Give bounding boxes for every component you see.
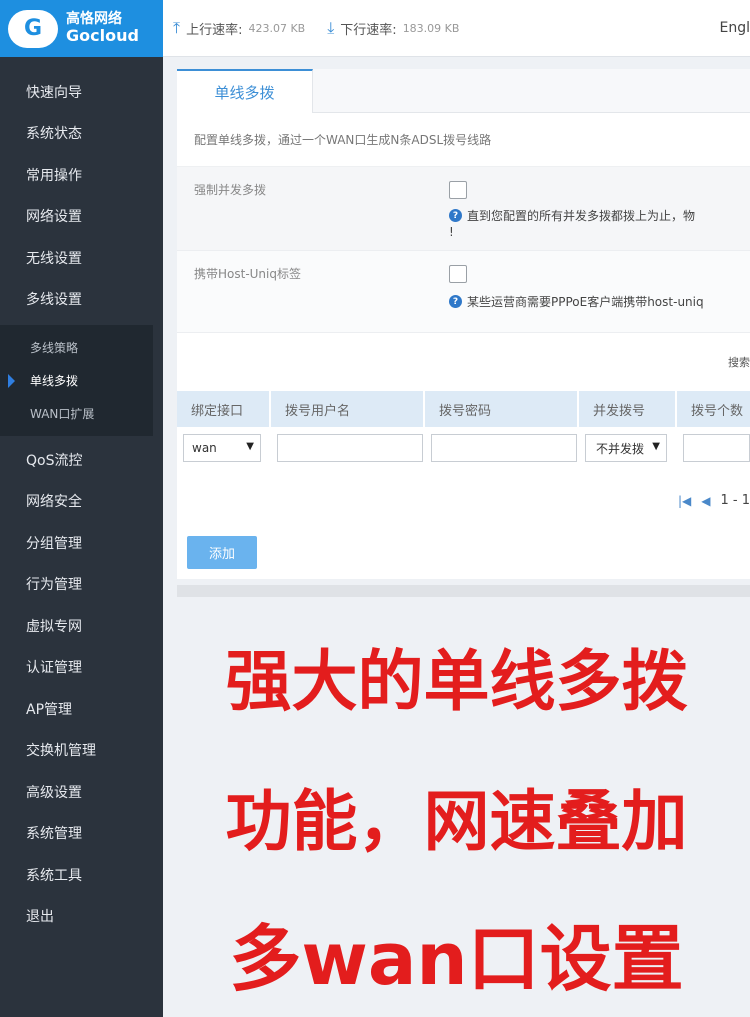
concurrent-cell: 不并发拨 ▼ (579, 427, 677, 469)
tab-bar: 单线多拨 (177, 69, 750, 113)
sidebar-item-quick-guide[interactable]: 快速向导 (0, 71, 163, 113)
page-range: 1 - 1 (720, 493, 750, 508)
page-description: 配置单线多拨，通过一个WAN口生成N条ADSL拨号线路 (177, 113, 750, 167)
logo-en: Gocloud (66, 26, 139, 46)
first-page-icon[interactable]: |◀ (678, 494, 691, 508)
sidebar-item-ap-management[interactable]: AP管理 (0, 688, 163, 730)
logo[interactable]: G 高恪网络 Gocloud (0, 0, 163, 57)
concurrent-select-value: 不并发拨 (596, 441, 644, 456)
sidebar-item-multiline-settings[interactable]: 多线设置 (0, 279, 163, 321)
column-header-password: 拨号密码 (425, 391, 579, 427)
column-header-count: 拨号个数 (691, 403, 744, 419)
interface-cell: wan ▼ (177, 427, 271, 469)
sidebar-item-group-management[interactable]: 分组管理 (0, 522, 163, 564)
caret-down-icon: ▼ (246, 441, 254, 452)
upload-value: 423.07 KB (248, 21, 306, 35)
force-concurrent-label: 强制并发多拨 (194, 183, 267, 197)
password-cell (425, 427, 579, 469)
interface-select-value: wan (192, 441, 217, 455)
force-concurrent-hint: ? 直到您配置的所有并发多拨都拨上为止，物 (449, 207, 695, 224)
sidebar-item-network-settings[interactable]: 网络设置 (0, 196, 163, 238)
sidebar-item-switch-management[interactable]: 交换机管理 (0, 730, 163, 772)
host-uniq-row: 携带Host-Uniq标签 ? 某些运营商需要PPPoE客户端携带host-un… (177, 251, 750, 333)
sidebar-subitem-multiline-policy[interactable]: 多线策略 (0, 331, 153, 364)
count-input[interactable] (683, 434, 750, 462)
pager: |◀ ◀ 1 - 1 (678, 493, 750, 508)
column-header-username: 拨号用户名 (271, 391, 425, 427)
promo-line-3: 多wan口设置 (229, 917, 684, 1001)
sidebar-item-logout[interactable]: 退出 (0, 896, 163, 938)
cloud-logo-icon: G (8, 9, 58, 48)
search-link[interactable]: 搜索 (728, 354, 750, 370)
sidebar-item-qos[interactable]: QoS流控 (0, 439, 163, 481)
panel-divider (177, 585, 750, 597)
promo-line-1: 强大的单线多拨 (225, 643, 688, 720)
logo-text: 高恪网络 Gocloud (66, 11, 139, 46)
sidebar-item-system-tools[interactable]: 系统工具 (0, 854, 163, 896)
sidebar-submenu: 多线策略 单线多拨 WAN口扩展 (0, 325, 153, 436)
username-cell (271, 427, 425, 469)
download-speed: ⤓ 下行速率: 183.09 KB (327, 18, 459, 38)
help-icon: ? (449, 209, 462, 222)
concurrent-select[interactable]: 不并发拨 ▼ (585, 434, 667, 462)
sidebar-item-auth-management[interactable]: 认证管理 (0, 647, 163, 689)
sidebar-item-network-security[interactable]: 网络安全 (0, 481, 163, 523)
host-uniq-checkbox[interactable] (449, 265, 467, 283)
sidebar-item-vpn[interactable]: 虚拟专网 (0, 605, 163, 647)
upload-label: 上行速率: (186, 22, 243, 38)
tab-single-line-multidial[interactable]: 单线多拨 (177, 69, 313, 113)
help-icon: ? (449, 295, 462, 308)
upload-arrow-icon: ⤒ (173, 18, 181, 37)
force-concurrent-hint-tail: ! (449, 225, 454, 239)
column-header-interface: 绑定接口 (177, 391, 271, 427)
download-arrow-icon: ⤓ (327, 18, 335, 37)
column-header-concurrent: 并发拨号 (579, 391, 677, 427)
add-button[interactable]: 添加 (187, 536, 257, 569)
force-concurrent-hint-text: 直到您配置的所有并发多拨都拨上为止，物 (467, 209, 696, 223)
promo-line-2: 功能，网速叠加 (225, 783, 688, 860)
sidebar-item-system-status[interactable]: 系统状态 (0, 113, 163, 155)
interface-select[interactable]: wan ▼ (183, 434, 261, 462)
sidebar-item-wireless-settings[interactable]: 无线设置 (0, 237, 163, 279)
main-panel: 单线多拨 配置单线多拨，通过一个WAN口生成N条ADSL拨号线路 强制并发多拨 … (177, 69, 750, 579)
sidebar-item-advanced-settings[interactable]: 高级设置 (0, 771, 163, 813)
host-uniq-label: 携带Host-Uniq标签 (194, 267, 301, 281)
sidebar-subitem-single-line-multidial[interactable]: 单线多拨 (0, 364, 153, 397)
table-header: 绑定接口 拨号用户名 拨号密码 并发拨号 拨号个数 (177, 391, 750, 427)
table-row: wan ▼ 不并发拨 ▼ (177, 427, 750, 469)
host-uniq-hint-text: 某些运营商需要PPPoE客户端携带host-uniq (467, 295, 704, 309)
download-value: 183.09 KB (402, 21, 460, 35)
prev-page-icon[interactable]: ◀ (701, 494, 710, 508)
sidebar-item-common-ops[interactable]: 常用操作 (0, 154, 163, 196)
caret-down-icon: ▼ (652, 441, 660, 452)
logo-cn: 高恪网络 (66, 11, 122, 27)
password-input[interactable] (431, 434, 577, 462)
sidebar-item-behavior-management[interactable]: 行为管理 (0, 564, 163, 606)
count-cell (677, 427, 750, 469)
sidebar-subitem-wan-expand[interactable]: WAN口扩展 (0, 397, 153, 430)
sidebar: G 高恪网络 Gocloud 快速向导 系统状态 常用操作 网络设置 无线设置 … (0, 0, 163, 1017)
download-label: 下行速率: (340, 22, 397, 38)
sidebar-item-system-management[interactable]: 系统管理 (0, 813, 163, 855)
username-input[interactable] (277, 434, 423, 462)
language-switch[interactable]: Engl (720, 20, 750, 36)
force-concurrent-row: 强制并发多拨 ? 直到您配置的所有并发多拨都拨上为止，物 ! (177, 167, 750, 251)
host-uniq-hint: ? 某些运营商需要PPPoE客户端携带host-uniq (449, 293, 704, 310)
upload-speed: ⤒ 上行速率: 423.07 KB (173, 18, 305, 38)
force-concurrent-checkbox[interactable] (449, 181, 467, 199)
topbar: ⤒ 上行速率: 423.07 KB ⤓ 下行速率: 183.09 KB Engl (163, 0, 750, 57)
